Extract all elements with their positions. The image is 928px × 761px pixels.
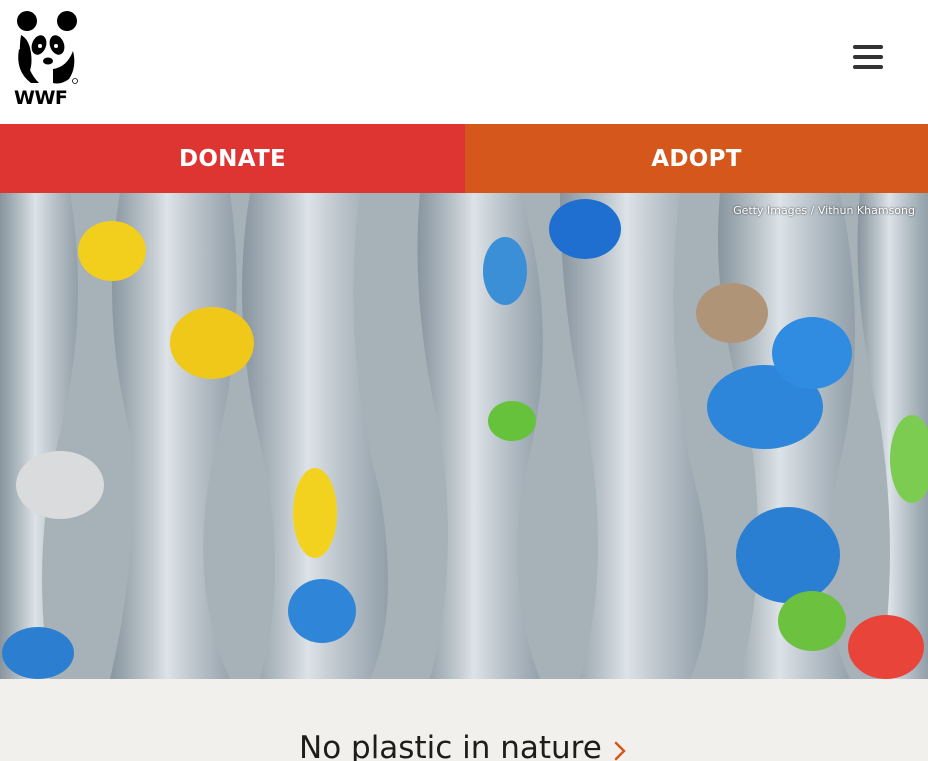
no-plastic-link[interactable]: No plastic in nature: [299, 730, 626, 761]
logo-text: WWF: [14, 87, 68, 109]
adopt-button[interactable]: ADOPT: [465, 124, 928, 193]
plastic-bottles-image: [0, 193, 928, 679]
hero-image: Getty Images / Vithun Khamsong: [0, 193, 928, 679]
panda-icon: [17, 11, 78, 84]
section-title: No plastic in nature: [299, 730, 602, 761]
site-header: WWF: [0, 0, 928, 124]
wwf-logo[interactable]: WWF: [13, 9, 81, 109]
menu-bar: [853, 45, 883, 49]
cta-bar: DONATE ADOPT: [0, 124, 928, 193]
menu-bar: [853, 65, 883, 69]
hamburger-menu-icon[interactable]: [848, 40, 888, 74]
photo-credit: Getty Images / Vithun Khamsong: [733, 204, 915, 217]
menu-bar: [853, 55, 883, 59]
donate-button[interactable]: DONATE: [0, 124, 465, 193]
chevron-right-icon: [614, 741, 626, 761]
